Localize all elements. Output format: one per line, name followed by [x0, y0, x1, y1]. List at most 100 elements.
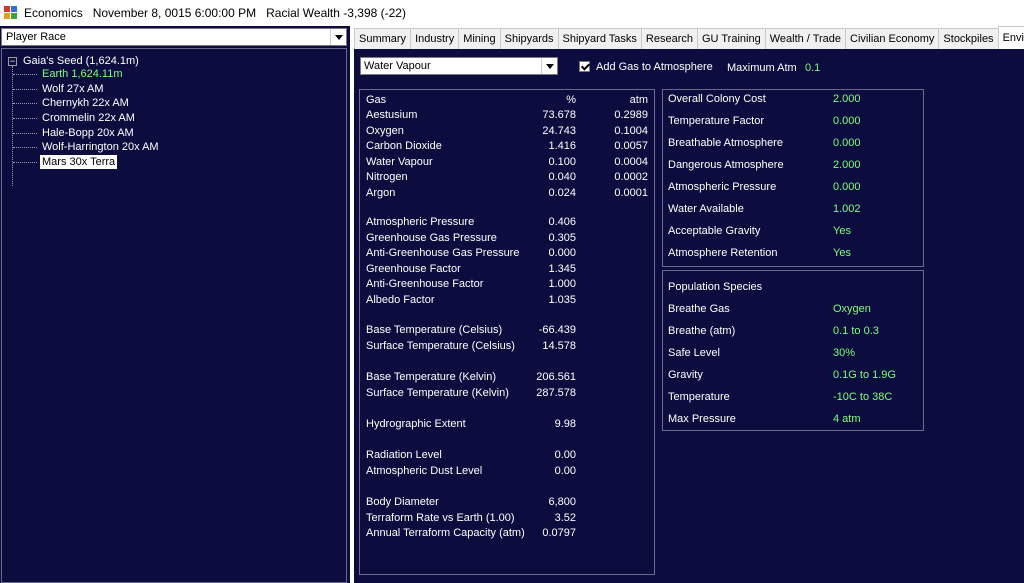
- stat-value: 0.0797: [542, 527, 576, 539]
- cost-factor-value: 0.000: [833, 181, 861, 193]
- cost-factor-value: 0.000: [833, 137, 861, 149]
- stat-label: Body Diameter: [366, 496, 439, 508]
- gas-row: Oxygen 24.743 0.1004: [360, 124, 654, 139]
- tab-mining[interactable]: Mining: [458, 28, 501, 49]
- species-row: Gravity 0.1G to 1.9G: [663, 368, 923, 383]
- stat-value: 9.98: [554, 418, 576, 430]
- add-gas-checkbox[interactable]: [579, 61, 590, 72]
- species-title: Population Species: [668, 281, 763, 293]
- cost-factor-row: Breathable Atmosphere 0.000: [663, 136, 923, 151]
- tab-stockpiles[interactable]: Stockpiles: [938, 28, 999, 49]
- cost-factor-value: 2.000: [833, 93, 861, 105]
- cost-factor-value: 0.000: [833, 115, 861, 127]
- species-label: Gravity: [668, 369, 703, 381]
- tree-item[interactable]: Crommelin 22x AM: [13, 111, 137, 125]
- tab-wealth-trade[interactable]: Wealth / Trade: [764, 28, 847, 49]
- cost-factor-label: Atmospheric Pressure: [668, 181, 777, 193]
- stat-label: Terraform Rate vs Earth (1.00): [366, 511, 515, 524]
- species-row: Max Pressure 4 atm: [663, 412, 923, 427]
- species-label: Max Pressure: [668, 413, 736, 425]
- tree-item[interactable]: Hale-Bopp 20x AM: [13, 126, 136, 140]
- tab-gu-training[interactable]: GU Training: [697, 28, 766, 49]
- stat-value: 1.345: [548, 262, 576, 275]
- stat-value: 0.406: [548, 216, 576, 228]
- stat-row: Base Temperature (Kelvin) 206.561: [360, 370, 654, 385]
- stat-value: -66.439: [538, 324, 576, 336]
- population-species-panel: Population Species Breathe Gas Oxygen Brea…: [662, 270, 924, 431]
- stat-row: Terraform Rate vs Earth (1.00) 3.52: [360, 511, 654, 526]
- max-atm-value[interactable]: 0.1: [805, 62, 820, 74]
- tab-shipyards[interactable]: Shipyards: [499, 28, 559, 49]
- species-row: Breathe (atm) 0.1 to 0.3: [663, 324, 923, 339]
- collapse-icon[interactable]: −: [8, 56, 17, 66]
- gas-name: Argon: [366, 186, 396, 199]
- gas-header-atm: atm: [629, 94, 648, 106]
- tree-connector: [12, 66, 30, 186]
- game-date: November 8, 0015 6:00:00 PM: [92, 6, 257, 20]
- title-bar: Economics November 8, 0015 6:00:00 PM Ra…: [0, 0, 1024, 26]
- stat-row: Albedo Factor 1.035: [360, 293, 654, 308]
- gas-row: Argon 0.024 0.0001: [360, 186, 654, 201]
- species-title-row: Population Species: [663, 280, 923, 295]
- gas-header-name: Gas: [366, 94, 387, 106]
- species-value: 30%: [833, 347, 856, 359]
- stat-row: Atmospheric Pressure 0.406: [360, 215, 654, 230]
- stat-label: Atmospheric Pressure: [366, 216, 475, 228]
- tab-environment[interactable]: Environment: [997, 26, 1024, 49]
- tree-item[interactable]: Earth 1,624.11m: [13, 67, 125, 81]
- tab-civilian-economy[interactable]: Civilian Economy: [845, 28, 940, 49]
- species-label: Safe Level: [668, 347, 720, 359]
- tree-item[interactable]: Wolf-Harrington 20x AM: [13, 140, 161, 154]
- tree-item[interactable]: Wolf 27x AM: [13, 82, 106, 96]
- stat-value: 1.035: [548, 293, 576, 306]
- stat-row: Surface Temperature (Celsius) 14.578: [360, 339, 654, 354]
- stat-value: 0.305: [548, 231, 576, 244]
- app-icon: [4, 6, 18, 20]
- cost-factor-value: Yes: [833, 225, 851, 237]
- cost-factor-label: Dangerous Atmosphere: [668, 159, 784, 171]
- gas-atm: 0.0002: [614, 171, 648, 183]
- gas-atm: 0.1004: [614, 124, 648, 137]
- stat-label: Radiation Level: [366, 449, 442, 461]
- chevron-down-icon[interactable]: [330, 29, 346, 45]
- gas-atm: 0.0057: [614, 140, 648, 152]
- gas-percent: 0.024: [548, 186, 576, 199]
- cost-factor-row: Atmospheric Pressure 0.000: [663, 180, 923, 195]
- stat-value: 3.52: [554, 511, 576, 524]
- stat-row: Surface Temperature (Kelvin) 287.578: [360, 386, 654, 401]
- gas-name: Carbon Dioxide: [366, 140, 442, 152]
- stat-row: Base Temperature (Celsius) -66.439: [360, 323, 654, 338]
- stat-row: Radiation Level 0.00: [360, 448, 654, 463]
- tree-item[interactable]: Mars 30x Terra: [12, 155, 118, 169]
- species-value: 4 atm: [833, 413, 861, 425]
- tab-industry[interactable]: Industry: [410, 28, 460, 49]
- tab-summary[interactable]: Summary: [354, 28, 412, 49]
- species-label: Breathe Gas: [668, 303, 730, 315]
- stat-value: 287.578: [536, 386, 576, 399]
- stat-label: Base Temperature (Kelvin): [366, 371, 497, 383]
- cost-factor-label: Overall Colony Cost: [668, 93, 766, 105]
- gas-atm: 0.0004: [614, 155, 648, 168]
- add-gas-label[interactable]: Add Gas to Atmosphere: [596, 61, 713, 73]
- gas-percent: 1.416: [548, 140, 576, 152]
- stat-row: Atmospheric Dust Level 0.00: [360, 464, 654, 479]
- left-panel: Player Race − Gaia's Seed (1,624.1m) Ear…: [0, 26, 350, 583]
- gas-percent: 0.040: [548, 171, 576, 183]
- species-row: Safe Level 30%: [663, 346, 923, 361]
- stat-label: Surface Temperature (Celsius): [366, 339, 515, 352]
- gas-percent: 0.100: [548, 155, 576, 168]
- gas-dropdown-value: Water Vapour: [364, 60, 431, 72]
- race-dropdown[interactable]: Player Race: [1, 28, 347, 46]
- species-value: 0.1G to 1.9G: [833, 369, 896, 381]
- gas-dropdown[interactable]: Water Vapour: [360, 57, 558, 75]
- stat-label: Greenhouse Factor: [366, 262, 461, 275]
- stat-value: 14.578: [542, 339, 576, 352]
- cost-factor-row: Atmosphere Retention Yes: [663, 246, 923, 261]
- population-tree: − Gaia's Seed (1,624.1m) Earth 1,624.11m…: [1, 48, 347, 583]
- chevron-down-icon[interactable]: [541, 58, 557, 74]
- gas-header-pct: %: [566, 94, 576, 106]
- tab-shipyard-tasks[interactable]: Shipyard Tasks: [557, 28, 642, 49]
- tree-item[interactable]: Chernykh 22x AM: [13, 96, 131, 110]
- species-label: Temperature: [668, 391, 730, 403]
- tab-research[interactable]: Research: [640, 28, 698, 49]
